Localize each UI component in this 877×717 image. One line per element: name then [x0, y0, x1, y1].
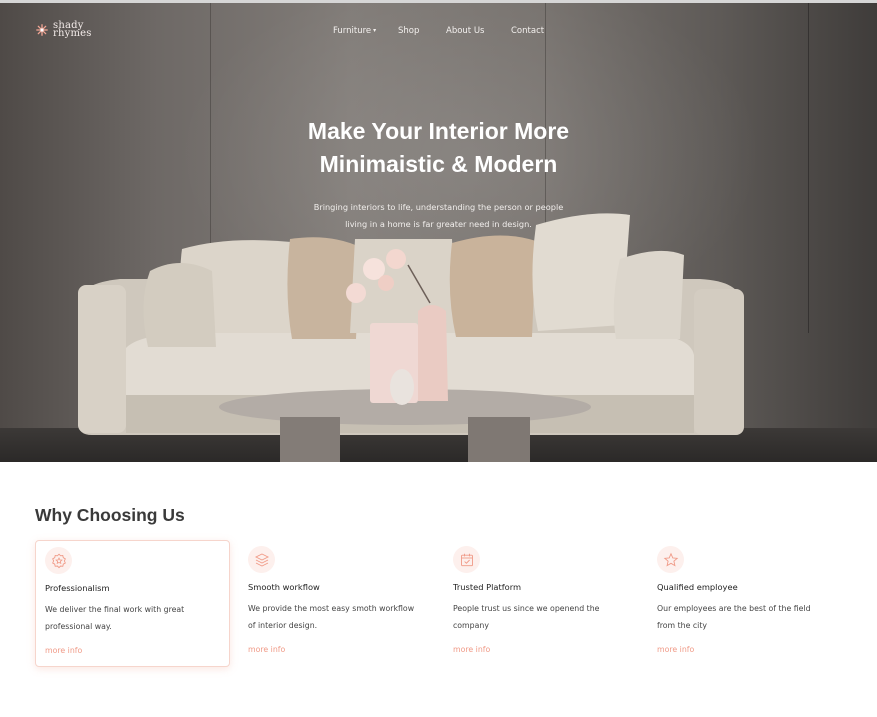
- card-icon-wrap: [657, 546, 684, 573]
- card-description: We deliver the final work with great pro…: [45, 602, 235, 635]
- hero-section: shady rhymes Furniture ▾ Shop About Us Co…: [0, 3, 877, 462]
- pillow-beige: [449, 235, 536, 337]
- hero-title-line1: Make Your Interior More: [307, 118, 570, 144]
- top-border: [0, 0, 877, 3]
- card-description: We provide the most easy smoth workflow …: [248, 601, 438, 634]
- coffee-table-leg: [468, 417, 530, 462]
- card-title: Trusted Platform: [453, 582, 522, 592]
- card-icon-wrap: [248, 546, 275, 573]
- flower: [346, 283, 366, 303]
- card-icon-wrap: [453, 546, 480, 573]
- hero-subtitle-line1: Bringing interiors to life, understandin…: [313, 202, 564, 212]
- pillow-left: [143, 263, 216, 347]
- hero-title-line2: Minimaistic & Modern: [319, 151, 558, 177]
- card-description-line: from the city: [657, 620, 708, 630]
- hero-subtitle-line2: living in a home is far greater need in …: [345, 218, 532, 229]
- card-description: Our employees are the best of the field …: [657, 601, 847, 634]
- nav-item-furniture[interactable]: Furniture ▾: [333, 26, 376, 36]
- nav-item-shop[interactable]: Shop: [398, 26, 419, 36]
- nav-item-about-us[interactable]: About Us: [446, 26, 484, 36]
- hero-subtitle: Bringing interiors to life, understandin…: [0, 199, 877, 232]
- more-info-link[interactable]: more info: [45, 646, 82, 655]
- nav-item-label: Contact: [511, 26, 545, 36]
- nav-item-contact[interactable]: Contact: [511, 26, 544, 36]
- main-nav: Furniture ▾ Shop About Us Contact: [0, 26, 877, 40]
- nav-item-label: Furniture: [333, 26, 372, 36]
- card-description-line: professional way.: [45, 621, 112, 631]
- card-description-line: We provide the most easy smoth workflow: [248, 604, 415, 613]
- card-title: Qualified employee: [657, 582, 738, 592]
- card-description-line: of interior design.: [248, 620, 318, 630]
- nav-item-label: Shop: [398, 26, 420, 36]
- card-title: Professionalism: [45, 583, 110, 593]
- vase-small: [390, 369, 414, 405]
- pillow-right: [613, 250, 684, 339]
- nav-item-label: About Us: [446, 26, 485, 36]
- section-title: Why Choosing Us: [35, 505, 185, 525]
- chevron-down-icon: ▾: [373, 27, 377, 34]
- sofa-arm-left: [78, 285, 126, 433]
- badge-star-icon: [51, 553, 66, 568]
- hero-title: Make Your Interior More Minimaistic & Mo…: [0, 115, 877, 181]
- coffee-table-leg: [280, 417, 340, 462]
- card-title: Smooth workflow: [248, 582, 320, 592]
- card-description-line: Our employees are the best of the field: [657, 604, 811, 613]
- more-info-link[interactable]: more info: [453, 645, 490, 654]
- more-info-link[interactable]: more info: [248, 645, 285, 654]
- card-description-line: People trust us since we openend the: [453, 604, 600, 613]
- vase-tall: [418, 305, 448, 401]
- flower: [378, 275, 394, 291]
- layers-icon: [254, 552, 269, 567]
- feature-card-professionalism[interactable]: Professionalism We deliver the final wor…: [35, 540, 230, 667]
- calendar-check-icon: [460, 553, 473, 566]
- flower: [386, 249, 406, 269]
- feature-card-smooth-workflow[interactable]: Smooth workflow We provide the most easy…: [239, 540, 434, 667]
- card-description: People trust us since we openend the com…: [453, 601, 643, 634]
- card-description-line: company: [453, 620, 489, 630]
- star-icon: [663, 552, 678, 567]
- feature-card-qualified-employee[interactable]: Qualified employee Our employees are the…: [648, 540, 843, 667]
- sofa-arm-right: [694, 289, 744, 435]
- card-icon-wrap: [45, 547, 72, 574]
- card-description-line: We deliver the final work with great: [45, 605, 185, 614]
- feature-card-trusted-platform[interactable]: Trusted Platform People trust us since w…: [444, 540, 639, 667]
- hero-sofa-image: [78, 213, 744, 462]
- more-info-link[interactable]: more info: [657, 645, 694, 654]
